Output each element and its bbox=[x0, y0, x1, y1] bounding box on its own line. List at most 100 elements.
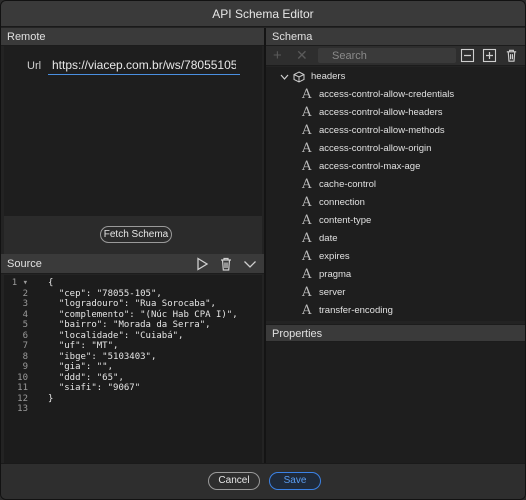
dialog-footer: Cancel Save bbox=[1, 463, 525, 499]
tree-node-headers[interactable]: headers bbox=[266, 68, 525, 86]
tree-node-expires[interactable]: Aexpires bbox=[266, 248, 525, 266]
code-line: "logradouro": "Rua Sorocaba", bbox=[48, 299, 216, 309]
attribute-icon: A bbox=[302, 267, 312, 282]
code-line: "ddd": "65", bbox=[48, 372, 124, 383]
source-code-editor[interactable]: 1 ▾ 2 3 4 5 6 7 8 9 10 11 12 13 { "cep": "78055-105"… bbox=[4, 275, 262, 463]
line-number: 8 bbox=[22, 351, 28, 362]
source-title: Source bbox=[7, 258, 42, 270]
tree-node-label: access-control-max-age bbox=[319, 161, 421, 172]
expand-all-icon[interactable] bbox=[482, 48, 497, 63]
code-line: "localidade": "Cuiabá", bbox=[48, 330, 184, 341]
tree-node-cache-control[interactable]: Acache-control bbox=[266, 176, 525, 194]
code-line: "siafi": "9067" bbox=[48, 383, 141, 393]
attribute-icon: A bbox=[302, 177, 312, 192]
line-number: 11 bbox=[17, 383, 28, 393]
attribute-icon: A bbox=[302, 195, 312, 210]
tree-node-label: headers bbox=[311, 71, 346, 82]
tree-node-connection[interactable]: Aconnection bbox=[266, 194, 525, 212]
code-line: { bbox=[48, 278, 54, 288]
tree-node-label: access-control-allow-origin bbox=[319, 143, 432, 154]
save-button[interactable]: Save bbox=[269, 472, 321, 490]
tree-node-pragma[interactable]: Apragma bbox=[266, 266, 525, 284]
tree-node-access-control-allow-credentials[interactable]: Aaccess-control-allow-credentials bbox=[266, 86, 525, 104]
remote-panel: Url bbox=[4, 46, 262, 216]
cube-icon bbox=[293, 71, 305, 83]
attribute-icon: A bbox=[302, 105, 312, 120]
code-line: "ibge": "5103403", bbox=[48, 351, 157, 362]
tree-node-transfer-encoding[interactable]: Atransfer-encoding bbox=[266, 302, 525, 320]
tree-node-label: content-type bbox=[319, 215, 372, 226]
trash-icon[interactable] bbox=[218, 256, 234, 272]
code-line: "bairro": "Morada da Serra", bbox=[48, 320, 211, 330]
tree-node-content-type[interactable]: Acontent-type bbox=[266, 212, 525, 230]
tree-node-label: cache-control bbox=[319, 179, 377, 190]
api-schema-editor-window: API Schema Editor Remote Url Fetch Schem… bbox=[0, 0, 526, 500]
tree-node-label: date bbox=[319, 233, 338, 244]
properties-panel bbox=[266, 342, 525, 463]
attribute-icon: A bbox=[302, 87, 312, 102]
source-toolbar bbox=[194, 256, 258, 272]
line-number: 10 bbox=[17, 372, 28, 383]
attribute-icon: A bbox=[302, 285, 312, 300]
code-line: } bbox=[48, 393, 54, 404]
trash-icon[interactable] bbox=[504, 48, 519, 63]
schema-search-input[interactable] bbox=[318, 48, 456, 63]
line-number: 6 bbox=[22, 330, 28, 341]
code-line: "uf": "MT", bbox=[48, 341, 119, 351]
tree-node-label: pragma bbox=[319, 269, 352, 280]
play-icon[interactable] bbox=[194, 256, 210, 272]
cancel-button[interactable]: Cancel bbox=[208, 472, 260, 490]
schema-toolbar: + ✕ bbox=[266, 46, 525, 66]
attribute-icon: A bbox=[302, 303, 312, 318]
line-number: 13 bbox=[17, 404, 28, 414]
schema-panel-header: Schema bbox=[266, 28, 525, 46]
attribute-icon: A bbox=[302, 213, 312, 228]
window-title: API Schema Editor bbox=[1, 1, 525, 27]
line-number: 3 bbox=[22, 299, 28, 309]
tree-node-label: connection bbox=[319, 197, 365, 208]
schema-tree: headers Aaccess-control-allow-credential… bbox=[266, 67, 525, 321]
code-line: "complemento": "(Núc Hab CPA I)", bbox=[48, 309, 238, 320]
chevron-down-icon[interactable] bbox=[242, 256, 258, 272]
properties-panel-header: Properties bbox=[266, 324, 525, 342]
code-line: "gia": "", bbox=[48, 362, 114, 372]
tree-node-access-control-allow-origin[interactable]: Aaccess-control-allow-origin bbox=[266, 140, 525, 158]
tree-node-label: access-control-allow-credentials bbox=[319, 89, 455, 100]
tree-node-label: transfer-encoding bbox=[319, 305, 393, 316]
line-number: 7 bbox=[22, 341, 28, 351]
url-label: Url bbox=[27, 60, 42, 72]
tree-node-label: access-control-allow-headers bbox=[319, 107, 443, 118]
source-panel-header: Source bbox=[1, 254, 264, 274]
schema-toolbar-right bbox=[460, 48, 519, 63]
attribute-icon: A bbox=[302, 249, 312, 264]
tree-node-access-control-allow-methods[interactable]: Aaccess-control-allow-methods bbox=[266, 122, 525, 140]
collapse-all-icon[interactable] bbox=[460, 48, 475, 63]
tree-node-label: server bbox=[319, 287, 346, 298]
url-input[interactable] bbox=[48, 55, 240, 75]
line-number: 4 bbox=[22, 309, 28, 320]
line-number-gutter: 1 ▾ 2 3 4 5 6 7 8 9 10 11 12 13 bbox=[4, 278, 30, 415]
line-number: 1 ▾ bbox=[11, 278, 28, 288]
fetch-schema-button[interactable]: Fetch Schema bbox=[100, 226, 172, 243]
line-number: 9 bbox=[22, 362, 28, 372]
tree-node-date[interactable]: Adate bbox=[266, 230, 525, 248]
schema-search bbox=[318, 48, 456, 63]
tree-node-access-control-allow-headers[interactable]: Aaccess-control-allow-headers bbox=[266, 104, 525, 122]
tree-node-server[interactable]: Aserver bbox=[266, 284, 525, 302]
line-number: 12 bbox=[17, 393, 28, 404]
code-lines: { "cep": "78055-105", "logradouro": "Rua… bbox=[48, 278, 238, 415]
remote-panel-header: Remote bbox=[1, 28, 264, 46]
attribute-icon: A bbox=[302, 231, 312, 246]
attribute-icon: A bbox=[302, 123, 312, 138]
code-line: "cep": "78055-105", bbox=[48, 288, 162, 299]
line-number: 5 bbox=[22, 320, 28, 330]
attribute-icon: A bbox=[302, 159, 312, 174]
fetch-area: Fetch Schema bbox=[4, 216, 262, 254]
attribute-icon: A bbox=[302, 141, 312, 156]
tree-node-label: expires bbox=[319, 251, 350, 262]
tree-node-access-control-max-age[interactable]: Aaccess-control-max-age bbox=[266, 158, 525, 176]
add-icon[interactable]: + bbox=[273, 47, 282, 64]
line-number: 2 bbox=[22, 288, 28, 299]
remove-icon[interactable]: ✕ bbox=[296, 47, 308, 64]
